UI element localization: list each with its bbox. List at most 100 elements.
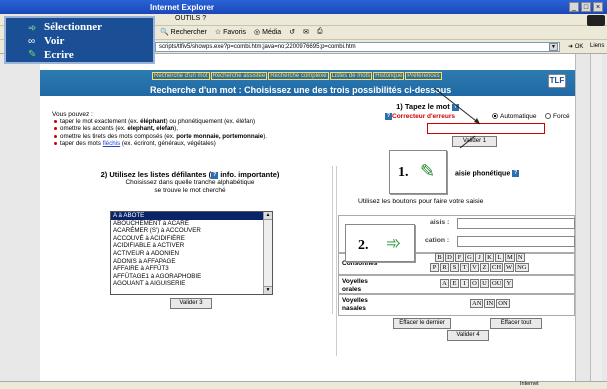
- phonetic-key[interactable]: T: [460, 263, 469, 272]
- annotation-arrow: [433, 87, 481, 149]
- section2-subtitle: Choisissez dans quelle tranche alphabéti…: [125, 179, 255, 194]
- nav-link[interactable]: Listes de mots: [329, 72, 373, 80]
- phonetic-key[interactable]: P: [430, 263, 439, 272]
- address-input[interactable]: scripts/tlfiv5/showps.exe?p=combi.htm;ja…: [155, 42, 560, 52]
- scroll-down-icon[interactable]: ▼: [264, 286, 272, 294]
- phonetic-key[interactable]: W: [504, 263, 515, 272]
- step-1-number: 1.: [398, 165, 409, 180]
- list-item[interactable]: AFFÛTAGE1 à AGORAPHOBIE: [111, 273, 272, 281]
- history-icon[interactable]: ↺: [289, 28, 295, 39]
- list-item[interactable]: AGOUANT à AIGUISERIE: [111, 280, 272, 288]
- favorites-button[interactable]: ☆ Favoris: [215, 28, 246, 39]
- tlf-logo[interactable]: TLF: [548, 74, 566, 88]
- section1-intro: Vous pouvez :: [52, 111, 93, 118]
- nav-link[interactable]: Historique: [373, 72, 405, 80]
- section2-title: 2) Utilisez les listes défilantes (? inf…: [100, 170, 280, 179]
- list-item[interactable]: ACCOUVÉ à ACIDIFIÈRE: [111, 235, 272, 243]
- phonetic-key[interactable]: S: [450, 263, 459, 272]
- list-item[interactable]: ACTIVEUR à ADONIEN: [111, 250, 272, 258]
- phonetic-key[interactable]: Z: [480, 263, 489, 272]
- voyelles-nasales-keys: AN IN ON: [470, 299, 510, 308]
- bullet-item: omettre les accents (ex. elephant, elefa…: [54, 125, 267, 132]
- cation-label: cation :: [425, 237, 450, 244]
- listbox-scrollbar[interactable]: ▲ ▼: [263, 212, 272, 294]
- phonetic-key[interactable]: E: [450, 279, 459, 288]
- bullet-item: taper le mot exactement (ex. éléphant) o…: [54, 118, 267, 125]
- phonetic-key[interactable]: M: [505, 253, 515, 262]
- eye-icon: ∞: [28, 36, 36, 47]
- phonetic-key[interactable]: V: [470, 263, 479, 272]
- list-item[interactable]: ACARÉMER (S') à ACCOUVER: [111, 227, 272, 235]
- nav-link[interactable]: Recherche assistée: [210, 72, 268, 80]
- list-item[interactable]: AFFAIRE à AFFÛT3: [111, 265, 272, 273]
- phonetic-key[interactable]: B: [435, 253, 444, 262]
- legend-select: Sélectionner: [44, 21, 103, 33]
- nav-link[interactable]: Préférences: [405, 72, 442, 80]
- phonetic-key[interactable]: NG: [515, 263, 529, 272]
- phonetic-key[interactable]: A: [440, 279, 449, 288]
- phonetic-key[interactable]: R: [440, 263, 449, 272]
- voyelles-orales-keys: A E I O U OU Y: [440, 279, 514, 288]
- section1-bullets: taper le mot exactement (ex. éléphant) o…: [54, 118, 267, 147]
- address-dropdown-icon[interactable]: ▼: [549, 43, 558, 51]
- menu-outils[interactable]: OUTILS ?: [175, 15, 206, 22]
- radio-force[interactable]: Forcé: [545, 113, 570, 120]
- valider-3-button[interactable]: Valider 3: [170, 298, 212, 309]
- phonetic-key[interactable]: J: [475, 253, 484, 262]
- phonetic-key[interactable]: IN: [484, 299, 496, 308]
- go-button[interactable]: ➜ OK: [568, 43, 583, 50]
- alpha-listbox[interactable]: A à ABOTE ABOUCHEMENT à ACARÉ ACARÉMER (S'…: [110, 211, 273, 295]
- help-icon[interactable]: ?: [512, 170, 520, 177]
- cation-input[interactable]: [457, 236, 575, 247]
- mail-icon[interactable]: ✉: [303, 28, 309, 39]
- help-icon[interactable]: ?: [385, 113, 392, 120]
- phonetic-key[interactable]: I: [460, 279, 469, 288]
- print-icon[interactable]: ⎙: [317, 28, 323, 39]
- nav-link[interactable]: Recherche d'un mot: [152, 72, 210, 80]
- phonetic-key[interactable]: N: [515, 253, 525, 262]
- list-item[interactable]: ACIDIFIABLE à ACTIVER: [111, 242, 272, 250]
- valider-4-button[interactable]: Valider 4: [447, 330, 489, 341]
- phonetic-key[interactable]: F: [455, 253, 464, 262]
- phonetic-key[interactable]: G: [465, 253, 474, 262]
- phonetic-key[interactable]: D: [445, 253, 454, 262]
- scroll-up-icon[interactable]: ▲: [264, 212, 272, 220]
- flechis-link[interactable]: fléchis: [103, 140, 121, 147]
- nav-link[interactable]: Recherche complexe: [268, 72, 329, 80]
- phonetic-key[interactable]: OU: [490, 279, 504, 288]
- pencil-icon: ✎: [420, 161, 436, 181]
- step-1-badge: 1. ✎: [389, 150, 447, 194]
- phonetic-key[interactable]: U: [480, 279, 489, 288]
- radio-button[interactable]: [545, 113, 551, 120]
- step-2-number: 2.: [358, 238, 369, 253]
- site-nav: Recherche d'un mot Recherche assistée Rech…: [152, 72, 442, 80]
- bullet-item: taper des mots fléchis (ex. écriront, gé…: [54, 140, 267, 147]
- saisis-input[interactable]: [457, 218, 575, 229]
- phonetic-key[interactable]: ON: [496, 299, 510, 308]
- effacer-tout-button[interactable]: Effacer tout: [490, 318, 542, 329]
- phonetic-key[interactable]: K: [485, 253, 494, 262]
- list-item[interactable]: ABOUCHEMENT à ACARÉ: [111, 220, 272, 228]
- consonnes-row2: P R S T V Z CH W NG: [430, 263, 529, 272]
- maximize-button[interactable]: □: [581, 2, 591, 12]
- minimize-button[interactable]: _: [569, 2, 579, 12]
- saisis-label: aisis :: [430, 219, 450, 226]
- phonetic-key[interactable]: CH: [490, 263, 504, 272]
- effacer-dernier-button[interactable]: Effacer le dernier: [393, 318, 451, 329]
- phonetic-key[interactable]: L: [495, 253, 504, 262]
- phonetic-key[interactable]: Y: [504, 279, 514, 288]
- help-icon[interactable]: ?: [211, 171, 219, 179]
- legend-panel: ➾ Sélectionner ∞ Voir ✎ Ecrire: [4, 16, 155, 64]
- close-button[interactable]: ×: [593, 2, 603, 12]
- media-button[interactable]: ◎ Média: [254, 28, 281, 39]
- page-title: Recherche d'un mot : Choisissez une des …: [150, 85, 452, 95]
- list-item[interactable]: ADONIS à AFFAPAGE: [111, 258, 272, 266]
- phonetic-key[interactable]: AN: [470, 299, 484, 308]
- vertical-scrollbar[interactable]: [590, 54, 602, 381]
- links-label[interactable]: Liens: [590, 43, 604, 49]
- page-left-margin: [0, 54, 40, 381]
- list-item[interactable]: A à ABOTE: [111, 212, 272, 220]
- search-button[interactable]: 🔍 Rechercher: [160, 28, 207, 39]
- consonnes-row1: BDFGJKLMN: [435, 253, 525, 262]
- phonetic-key[interactable]: O: [470, 279, 479, 288]
